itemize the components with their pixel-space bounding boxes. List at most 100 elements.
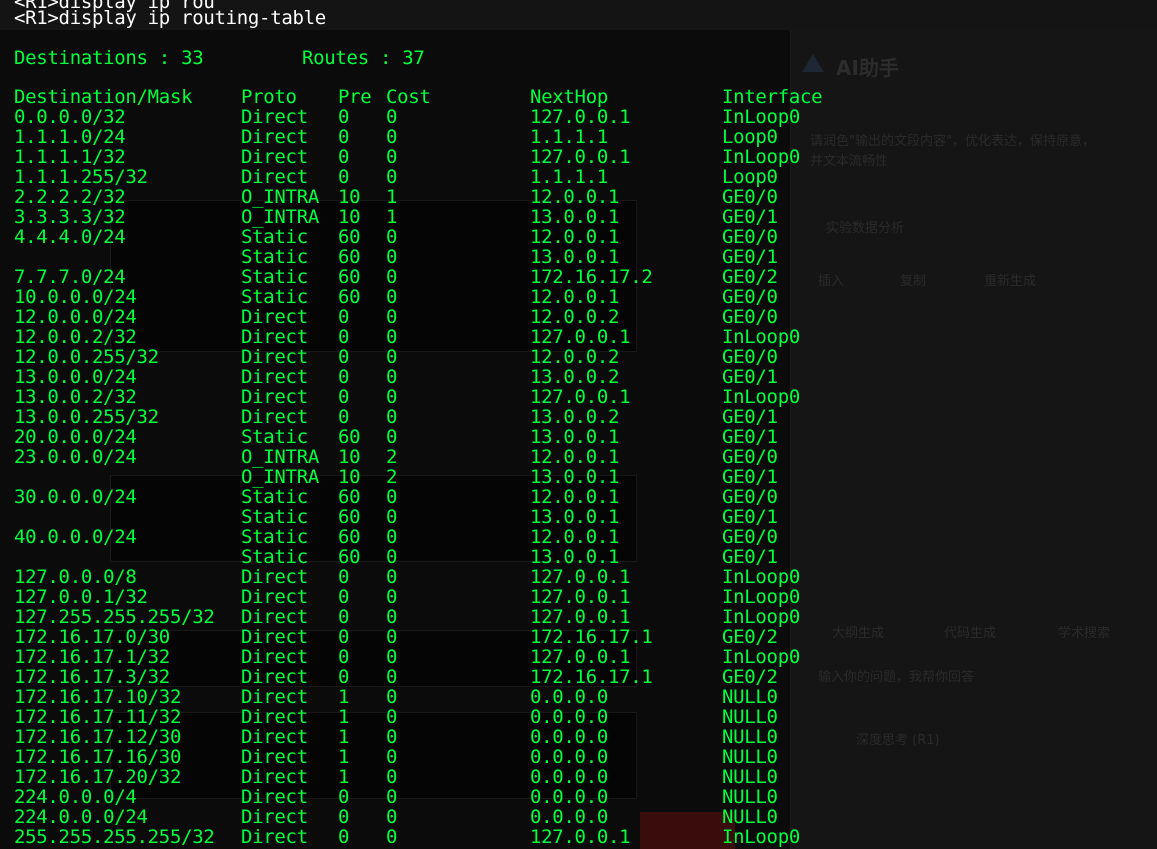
route-interface: InLoop0 xyxy=(722,566,800,588)
route-interface: NULL0 xyxy=(722,686,778,708)
table-row: 224.0.0.0/4 Direct 0 0 0.0.0.0 NULL0 xyxy=(0,787,1157,807)
route-preference: 0 xyxy=(338,326,350,348)
route-cost: 0 xyxy=(386,406,398,428)
route-proto: Direct xyxy=(241,726,308,748)
table-row: 172.16.17.0/30 Direct 0 0 172.16.17.1 GE0/2 xyxy=(0,627,1157,647)
route-destination: 224.0.0.0/4 xyxy=(14,786,137,808)
route-nexthop: 127.0.0.1 xyxy=(530,146,631,168)
route-proto: Direct xyxy=(241,386,308,408)
route-interface: GE0/1 xyxy=(722,406,778,428)
route-destination: 30.0.0.0/24 xyxy=(14,486,137,508)
table-row: 10.0.0.0/24 Static 60 0 12.0.0.1 GE0/0 xyxy=(0,287,1157,307)
routing-table-header: Destination/Mask Proto Pre Cost NextHop … xyxy=(0,87,1157,107)
table-row: 255.255.255.255/32 Direct 0 0 127.0.0.1 InLoo… xyxy=(0,827,1157,847)
route-preference: 0 xyxy=(338,826,350,848)
route-nexthop: 12.0.0.1 xyxy=(530,486,620,508)
route-nexthop: 12.0.0.1 xyxy=(530,226,620,248)
route-interface: GE0/0 xyxy=(722,346,778,368)
table-row: 3.3.3.3/32 O_INTRA 10 1 13.0.0.1 GE0/1 xyxy=(0,207,1157,227)
table-row: 224.0.0.0/24 Direct 0 0 0.0.0.0 NULL0 xyxy=(0,807,1157,827)
route-destination: 172.16.17.12/30 xyxy=(14,726,182,748)
route-interface: GE0/0 xyxy=(722,226,778,248)
route-proto: Static xyxy=(241,526,308,548)
route-interface: InLoop0 xyxy=(722,386,800,408)
route-cost: 0 xyxy=(386,746,398,768)
route-preference: 0 xyxy=(338,166,350,188)
table-row: 127.255.255.255/32 Direct 0 0 127.0.0.1 InLoo… xyxy=(0,607,1157,627)
terminal-output[interactable]: <R1>display ip rou <R1>display ip routin… xyxy=(0,0,1157,849)
table-row: 172.16.17.3/32 Direct 0 0 172.16.17.1 GE0/2 xyxy=(0,667,1157,687)
route-interface: GE0/1 xyxy=(722,206,778,228)
routes-count: Routes : 37 xyxy=(302,47,425,69)
route-destination: 127.0.0.0/8 xyxy=(14,566,137,588)
table-row: 12.0.0.255/32 Direct 0 0 12.0.0.2 GE0/0 xyxy=(0,347,1157,367)
route-nexthop: 13.0.0.1 xyxy=(530,466,620,488)
route-proto: Direct xyxy=(241,326,308,348)
route-preference: 60 xyxy=(338,486,361,508)
route-proto: Static xyxy=(241,266,308,288)
route-proto: Direct xyxy=(241,566,308,588)
route-proto: Direct xyxy=(241,306,308,328)
route-nexthop: 12.0.0.1 xyxy=(530,526,620,548)
table-row: 1.1.1.0/24 Direct 0 0 1.1.1.1 Loop0 xyxy=(0,127,1157,147)
route-cost: 0 xyxy=(386,226,398,248)
route-cost: 2 xyxy=(386,446,398,468)
route-cost: 0 xyxy=(386,246,398,268)
route-preference: 0 xyxy=(338,566,350,588)
route-interface: InLoop0 xyxy=(722,826,800,848)
route-preference: 0 xyxy=(338,786,350,808)
route-proto: Static xyxy=(241,546,308,568)
route-nexthop: 127.0.0.1 xyxy=(530,566,631,588)
route-nexthop: 172.16.17.2 xyxy=(530,266,653,288)
route-cost: 0 xyxy=(386,166,398,188)
route-nexthop: 12.0.0.1 xyxy=(530,286,620,308)
route-interface: GE0/1 xyxy=(722,546,778,568)
route-interface: GE0/2 xyxy=(722,626,778,648)
route-preference: 0 xyxy=(338,126,350,148)
route-nexthop: 172.16.17.1 xyxy=(530,626,653,648)
table-row: O_INTRA 10 2 13.0.0.1 GE0/1 xyxy=(0,467,1157,487)
route-preference: 60 xyxy=(338,246,361,268)
route-nexthop: 0.0.0.0 xyxy=(530,746,608,768)
table-row: 1.1.1.255/32 Direct 0 0 1.1.1.1 Loop0 xyxy=(0,167,1157,187)
table-row: 127.0.0.1/32 Direct 0 0 127.0.0.1 InLoop0 xyxy=(0,587,1157,607)
route-interface: NULL0 xyxy=(722,806,778,828)
route-interface: NULL0 xyxy=(722,706,778,728)
route-destination: 172.16.17.10/32 xyxy=(14,686,182,708)
route-preference: 1 xyxy=(338,686,350,708)
route-proto: Direct xyxy=(241,366,308,388)
route-preference: 0 xyxy=(338,386,350,408)
route-cost: 0 xyxy=(386,426,398,448)
header-pre: Pre xyxy=(338,86,372,108)
route-destination: 12.0.0.0/24 xyxy=(14,306,137,328)
route-proto: Direct xyxy=(241,406,308,428)
route-proto: Direct xyxy=(241,346,308,368)
route-destination: 255.255.255.255/32 xyxy=(14,826,215,848)
route-interface: InLoop0 xyxy=(722,326,800,348)
route-interface: GE0/0 xyxy=(722,526,778,548)
table-row: 13.0.0.255/32 Direct 0 0 13.0.0.2 GE0/1 xyxy=(0,407,1157,427)
route-destination: 127.0.0.1/32 xyxy=(14,586,148,608)
route-nexthop: 12.0.0.2 xyxy=(530,346,620,368)
route-nexthop: 13.0.0.1 xyxy=(530,546,620,568)
route-nexthop: 0.0.0.0 xyxy=(530,806,608,828)
route-proto: Direct xyxy=(241,706,308,728)
route-nexthop: 0.0.0.0 xyxy=(530,726,608,748)
table-row: 30.0.0.0/24 Static 60 0 12.0.0.1 GE0/0 xyxy=(0,487,1157,507)
route-interface: GE0/1 xyxy=(722,366,778,388)
route-proto: Direct xyxy=(241,746,308,768)
route-proto: Static xyxy=(241,426,308,448)
route-proto: O_INTRA xyxy=(241,206,319,228)
route-destination: 23.0.0.0/24 xyxy=(14,446,137,468)
table-row: 172.16.17.11/32 Direct 1 0 0.0.0.0 NULL0 xyxy=(0,707,1157,727)
route-cost: 0 xyxy=(386,706,398,728)
route-cost: 0 xyxy=(386,526,398,548)
route-destination: 172.16.17.20/32 xyxy=(14,766,182,788)
route-interface: GE0/1 xyxy=(722,506,778,528)
table-row: 12.0.0.2/32 Direct 0 0 127.0.0.1 InLoop0 xyxy=(0,327,1157,347)
route-cost: 0 xyxy=(386,386,398,408)
table-row: Static 60 0 13.0.0.1 GE0/1 xyxy=(0,547,1157,567)
route-preference: 1 xyxy=(338,706,350,728)
route-cost: 1 xyxy=(386,206,398,228)
route-preference: 60 xyxy=(338,286,361,308)
